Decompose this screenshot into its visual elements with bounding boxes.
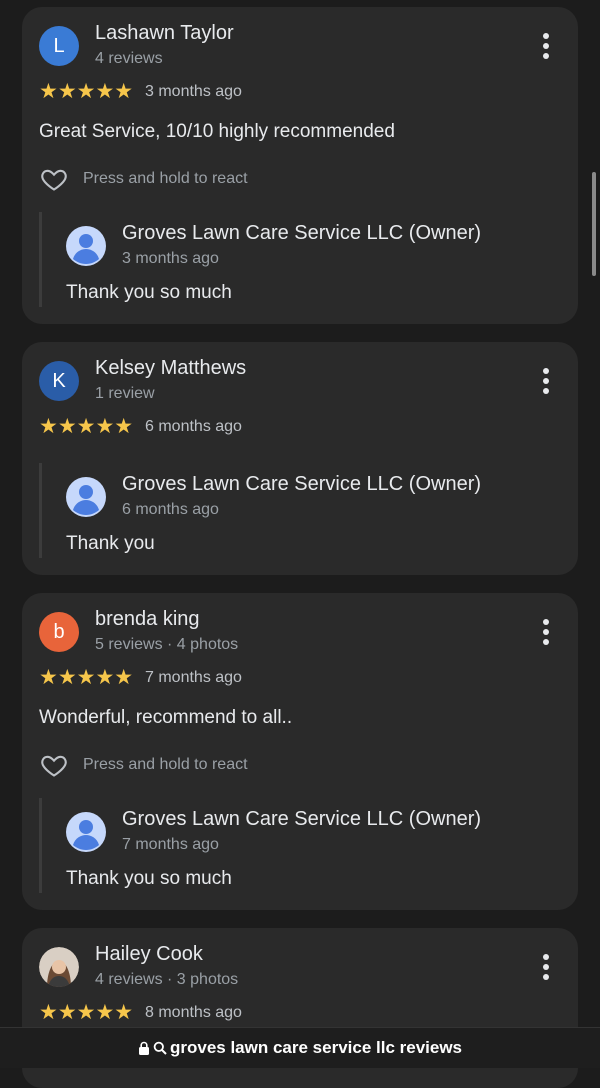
- review-text: Wonderful, recommend to all..: [39, 707, 293, 728]
- more-options-icon[interactable]: [542, 368, 550, 394]
- reviewer-name[interactable]: Lashawn Taylor: [95, 22, 234, 45]
- reviewer-meta: 5 reviews · 4 photos: [95, 636, 239, 653]
- reviewer-meta: 1 review: [95, 385, 155, 402]
- heart-icon: [41, 169, 67, 191]
- react-label: Press and hold to react: [83, 756, 248, 773]
- reviewer-meta: 4 reviews · 3 photos: [95, 971, 239, 988]
- owner-reply-text: Thank you: [66, 533, 155, 554]
- reviewer-avatar[interactable]: b: [39, 612, 79, 652]
- owner-reply: Groves Lawn Care Service LLC (Owner) 3 m…: [39, 212, 562, 307]
- star-rating: ★★★★★: [39, 666, 134, 689]
- owner-reply-date: 3 months ago: [122, 250, 219, 267]
- owner-name: Groves Lawn Care Service LLC (Owner): [122, 222, 482, 244]
- owner-reply-text: Thank you so much: [66, 868, 232, 889]
- reviewer-name[interactable]: Hailey Cook: [95, 943, 203, 966]
- review-date: 6 months ago: [145, 418, 242, 435]
- url-text: groves lawn care service llc reviews: [169, 1038, 463, 1057]
- owner-avatar-icon: [66, 477, 106, 517]
- owner-avatar-icon: [66, 812, 106, 852]
- reviewer-name[interactable]: Kelsey Matthews: [95, 357, 246, 380]
- reviewer-meta: 4 reviews: [95, 50, 163, 67]
- reviewer-name[interactable]: brenda king: [95, 608, 200, 631]
- review-date: 3 months ago: [145, 83, 242, 100]
- owner-name: Groves Lawn Care Service LLC (Owner): [122, 473, 482, 495]
- owner-avatar-icon: [66, 226, 106, 266]
- browser-url-bar[interactable]: groves lawn care service llc reviews: [0, 1027, 600, 1068]
- more-options-icon[interactable]: [542, 619, 550, 645]
- review-card: b brenda king 5 reviews · 4 photos ★★★★★…: [22, 593, 578, 910]
- reviewer-avatar-photo[interactable]: [39, 947, 79, 987]
- react-button[interactable]: Press and hold to react: [39, 751, 248, 779]
- owner-reply-text: Thank you so much: [66, 282, 232, 303]
- search-icon: [153, 1041, 167, 1055]
- star-rating: ★★★★★: [39, 415, 134, 438]
- reviewer-avatar[interactable]: K: [39, 361, 79, 401]
- star-rating: ★★★★★: [39, 1001, 134, 1024]
- review-card: L Lashawn Taylor 4 reviews ★★★★★ 3 month…: [22, 7, 578, 324]
- react-label: Press and hold to react: [83, 170, 248, 187]
- owner-name: Groves Lawn Care Service LLC (Owner): [122, 808, 482, 830]
- review-text: Great Service, 10/10 highly recommended: [39, 121, 395, 142]
- review-card: K Kelsey Matthews 1 review ★★★★★ 6 month…: [22, 342, 578, 575]
- review-date: 7 months ago: [145, 669, 242, 686]
- scrollbar[interactable]: [592, 172, 596, 276]
- heart-icon: [41, 755, 67, 777]
- review-date: 8 months ago: [145, 1004, 242, 1021]
- more-options-icon[interactable]: [542, 33, 550, 59]
- more-options-icon[interactable]: [542, 954, 550, 980]
- owner-reply: Groves Lawn Care Service LLC (Owner) 6 m…: [39, 463, 562, 558]
- reviewer-avatar[interactable]: L: [39, 26, 79, 66]
- owner-reply: Groves Lawn Care Service LLC (Owner) 7 m…: [39, 798, 562, 893]
- star-rating: ★★★★★: [39, 80, 134, 103]
- owner-reply-date: 6 months ago: [122, 501, 219, 518]
- react-button[interactable]: Press and hold to react: [39, 165, 248, 193]
- owner-reply-date: 7 months ago: [122, 836, 219, 853]
- lock-icon: [138, 1041, 149, 1055]
